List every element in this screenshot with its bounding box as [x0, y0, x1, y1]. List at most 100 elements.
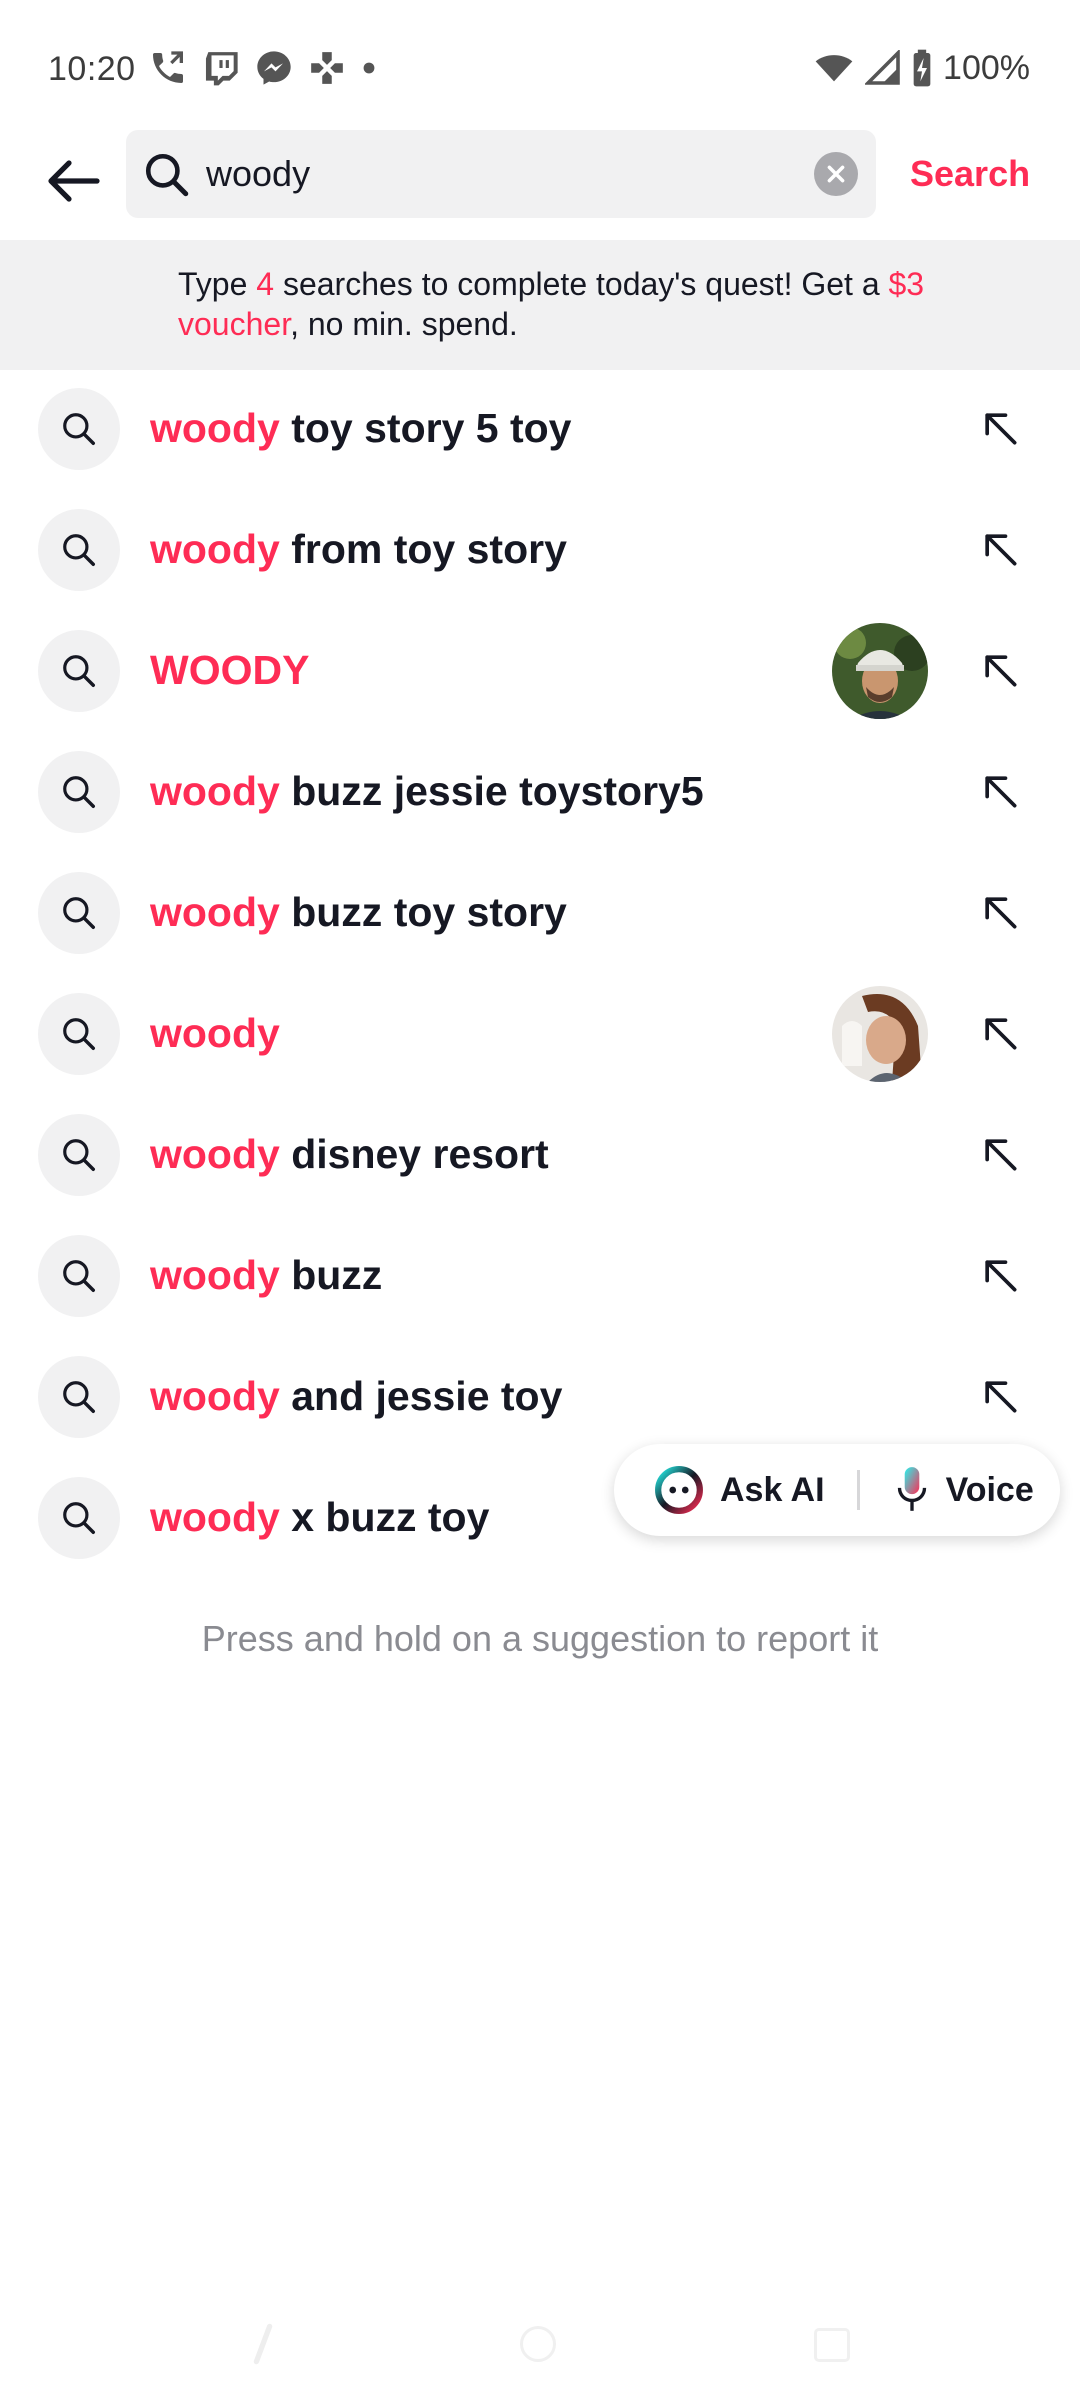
- suggestion-search-icon-wrap: [38, 1114, 120, 1196]
- search-header: Search: [0, 130, 1080, 240]
- arrow-up-left-icon[interactable]: [978, 406, 1022, 450]
- nav-back-icon[interactable]: [248, 2322, 278, 2366]
- suggestion-text: WOODY: [150, 610, 309, 731]
- search-icon: [145, 153, 189, 197]
- suggestion-item[interactable]: woody disney resort: [0, 1094, 1080, 1215]
- wifi-icon: [815, 55, 853, 82]
- suggestion-item[interactable]: WOODY: [0, 610, 1080, 731]
- nav-recents-button[interactable]: [814, 2328, 850, 2362]
- gamepad-icon: [311, 52, 343, 84]
- suggestion-rest: x buzz toy: [279, 1494, 490, 1540]
- arrow-up-left-icon[interactable]: [978, 1374, 1022, 1418]
- status-system-icons: 100%: [813, 48, 1030, 88]
- suggestion-search-icon-wrap: [38, 630, 120, 712]
- voice-button[interactable]: Voice: [892, 1465, 1034, 1515]
- suggestion-item[interactable]: woody buzz: [0, 1215, 1080, 1336]
- nav-home-button[interactable]: [520, 2326, 556, 2362]
- quest-banner[interactable]: Type 4 searches to complete today's ques…: [0, 240, 1080, 370]
- back-button[interactable]: [40, 148, 106, 214]
- clear-search-button[interactable]: [814, 152, 858, 196]
- suggestion-text: woody toy story 5 toy: [150, 368, 571, 489]
- suggestion-text: woody buzz toy story: [150, 852, 567, 973]
- quest-count: 4: [256, 266, 275, 302]
- suggestion-text: woody buzz: [150, 1215, 382, 1336]
- suggestion-keyword: woody: [150, 1010, 280, 1056]
- arrow-up-left-icon[interactable]: [978, 648, 1022, 692]
- suggestion-text: woody x buzz toy: [150, 1457, 489, 1578]
- status-time: 10:20: [48, 50, 136, 88]
- quest-text-prefix: Type: [178, 266, 257, 302]
- suggestion-keyword: woody: [150, 1131, 280, 1177]
- search-icon: [63, 1260, 95, 1292]
- search-icon: [63, 655, 95, 687]
- arrow-up-left-icon[interactable]: [978, 890, 1022, 934]
- arrow-up-left-icon[interactable]: [978, 769, 1022, 813]
- search-icon: [63, 897, 95, 929]
- search-icon: [63, 1502, 95, 1534]
- suggestion-search-icon-wrap: [38, 1235, 120, 1317]
- arrow-up-left-icon[interactable]: [978, 527, 1022, 571]
- suggestion-item[interactable]: woody buzz jessie toystory5: [0, 731, 1080, 852]
- report-hint: Press and hold on a suggestion to report…: [201, 1618, 879, 1659]
- quest-text-suffix: , no min. spend.: [290, 306, 518, 342]
- search-icon: [63, 776, 95, 808]
- messenger-icon: [257, 51, 291, 85]
- status-bar: 10:20 100%: [0, 0, 1080, 130]
- suggestion-search-icon-wrap: [38, 509, 120, 591]
- ask-ai-label: Ask AI: [720, 1470, 825, 1509]
- avatar-photo: [832, 623, 928, 719]
- suggestion-item[interactable]: woody buzz toy story: [0, 852, 1080, 973]
- suggestion-keyword: WOODY: [150, 647, 310, 693]
- suggestion-rest: and jessie toy: [279, 1373, 563, 1419]
- search-button[interactable]: Search: [910, 148, 1030, 200]
- search-icon: [63, 1139, 95, 1171]
- user-avatar: [832, 986, 928, 1082]
- suggestion-rest: buzz toy story: [279, 889, 567, 935]
- arrow-left-icon: [48, 160, 100, 202]
- suggestion-keyword: woody: [150, 889, 280, 935]
- suggestion-rest: disney resort: [279, 1131, 549, 1177]
- search-icon: [63, 413, 95, 445]
- suggestion-keyword: woody: [150, 1494, 280, 1540]
- avatar-photo: [832, 986, 928, 1082]
- suggestion-keyword: woody: [150, 526, 280, 572]
- suggestion-keyword: woody: [150, 1373, 280, 1419]
- quest-text-middle: searches to complete today's quest! Get …: [274, 266, 889, 302]
- suggestion-search-icon-wrap: [38, 1477, 120, 1559]
- ask-ai-voice-pill: Ask AI Voice: [614, 1444, 1060, 1536]
- suggestion-search-icon-wrap: [38, 751, 120, 833]
- suggestion-item[interactable]: woody toy story 5 toy: [0, 368, 1080, 489]
- suggestion-item[interactable]: woody: [0, 973, 1080, 1094]
- phone-call-icon: [153, 51, 183, 83]
- suggestion-keyword: woody: [150, 1252, 280, 1298]
- ai-logo-icon: [655, 1466, 703, 1514]
- system-navigation-bar: [0, 2300, 1080, 2400]
- suggestion-item[interactable]: woody from toy story: [0, 489, 1080, 610]
- suggestion-rest: buzz jessie toystory5: [279, 768, 704, 814]
- suggestion-rest: buzz: [279, 1252, 383, 1298]
- suggestion-text: woody disney resort: [150, 1094, 549, 1215]
- suggestion-item[interactable]: woody and jessie toy: [0, 1336, 1080, 1457]
- battery-percentage: 100%: [943, 48, 1030, 87]
- suggestion-keyword: woody: [150, 405, 280, 451]
- suggestion-search-icon-wrap: [38, 1356, 120, 1438]
- arrow-up-left-icon[interactable]: [978, 1011, 1022, 1055]
- suggestion-list: woody toy story 5 toy woody from toy sto…: [0, 368, 1080, 1578]
- suggestion-rest: toy story 5 toy: [279, 405, 572, 451]
- user-avatar: [832, 623, 928, 719]
- ask-ai-button[interactable]: Ask AI: [654, 1465, 825, 1515]
- search-icon: [63, 1381, 95, 1413]
- search-input[interactable]: [206, 130, 786, 218]
- status-notification-icons: [148, 48, 378, 88]
- suggestion-text: woody from toy story: [150, 489, 567, 610]
- search-box[interactable]: [126, 130, 876, 218]
- suggestion-text: woody buzz jessie toystory5: [150, 731, 704, 852]
- search-icon: [63, 1018, 95, 1050]
- arrow-up-left-icon[interactable]: [978, 1253, 1022, 1297]
- suggestion-text: woody and jessie toy: [150, 1336, 562, 1457]
- arrow-up-left-icon[interactable]: [978, 1132, 1022, 1176]
- suggestion-search-icon-wrap: [38, 872, 120, 954]
- signal-icon: [865, 50, 900, 85]
- suggestion-text: woody: [150, 973, 280, 1094]
- pill-divider: [856, 1470, 860, 1510]
